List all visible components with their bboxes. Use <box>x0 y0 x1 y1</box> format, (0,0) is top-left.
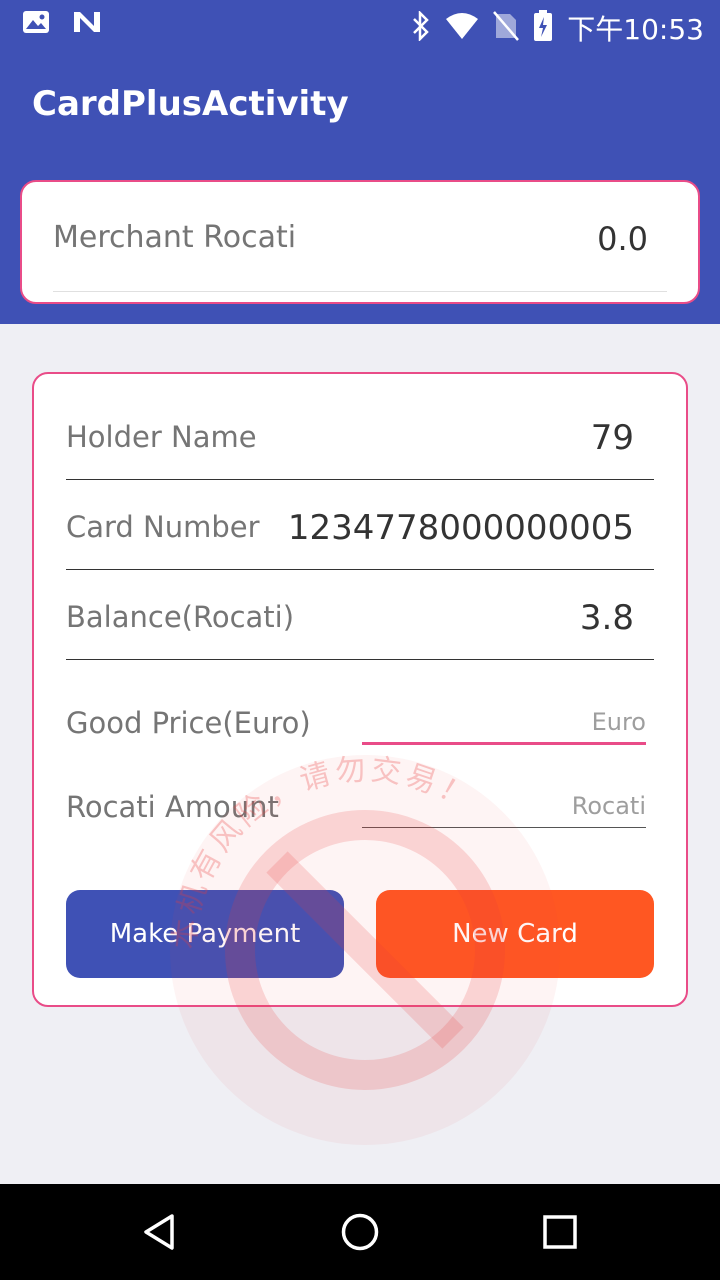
card-number-row: Card Number 1234778000000005 <box>66 508 654 572</box>
status-time: 下午10:53 <box>567 13 704 46</box>
wifi-icon <box>445 12 479 45</box>
divider <box>66 569 654 570</box>
divider <box>53 291 667 292</box>
home-icon[interactable] <box>340 1212 380 1252</box>
recents-icon[interactable] <box>540 1212 580 1252</box>
balance-label: Balance(Rocati) <box>66 600 295 634</box>
back-icon[interactable] <box>140 1212 180 1252</box>
rocati-amount-label: Rocati Amount <box>66 790 279 824</box>
divider <box>66 659 654 660</box>
good-price-input[interactable] <box>362 700 646 744</box>
balance-value: 3.8 <box>579 598 634 638</box>
good-price-label: Good Price(Euro) <box>66 706 311 740</box>
card-form: Holder Name 79 Card Number 1234778000000… <box>32 372 688 1007</box>
balance-row: Balance(Rocati) 3.8 <box>66 598 654 662</box>
battery-icon <box>533 9 553 47</box>
bluetooth-icon <box>411 9 431 46</box>
make-payment-button[interactable]: Make Payment <box>66 890 344 978</box>
status-bar: 下午10:53 <box>0 0 720 50</box>
input-underline <box>362 742 646 745</box>
page-title: CardPlusActivity <box>32 84 349 124</box>
merchant-rocati-value: 0.0 <box>597 220 648 258</box>
n-icon <box>72 10 102 39</box>
card-number-value: 1234778000000005 <box>287 508 634 548</box>
merchant-card: Merchant Rocati 0.0 <box>20 180 700 304</box>
good-price-row: Good Price(Euro) <box>66 698 654 750</box>
no-sim-icon <box>493 10 520 46</box>
new-card-button[interactable]: New Card <box>376 890 654 978</box>
navigation-bar <box>0 1184 720 1280</box>
image-icon <box>22 10 50 39</box>
card-number-label: Card Number <box>66 510 260 544</box>
rocati-amount-row: Rocati Amount <box>66 782 654 834</box>
holder-name-value: 79 <box>590 418 634 458</box>
holder-name-label: Holder Name <box>66 420 257 454</box>
merchant-rocati-label: Merchant Rocati <box>53 220 297 255</box>
rocati-amount-input[interactable] <box>362 784 646 828</box>
holder-name-row: Holder Name 79 <box>66 418 654 482</box>
divider <box>66 479 654 480</box>
input-underline <box>362 827 646 828</box>
